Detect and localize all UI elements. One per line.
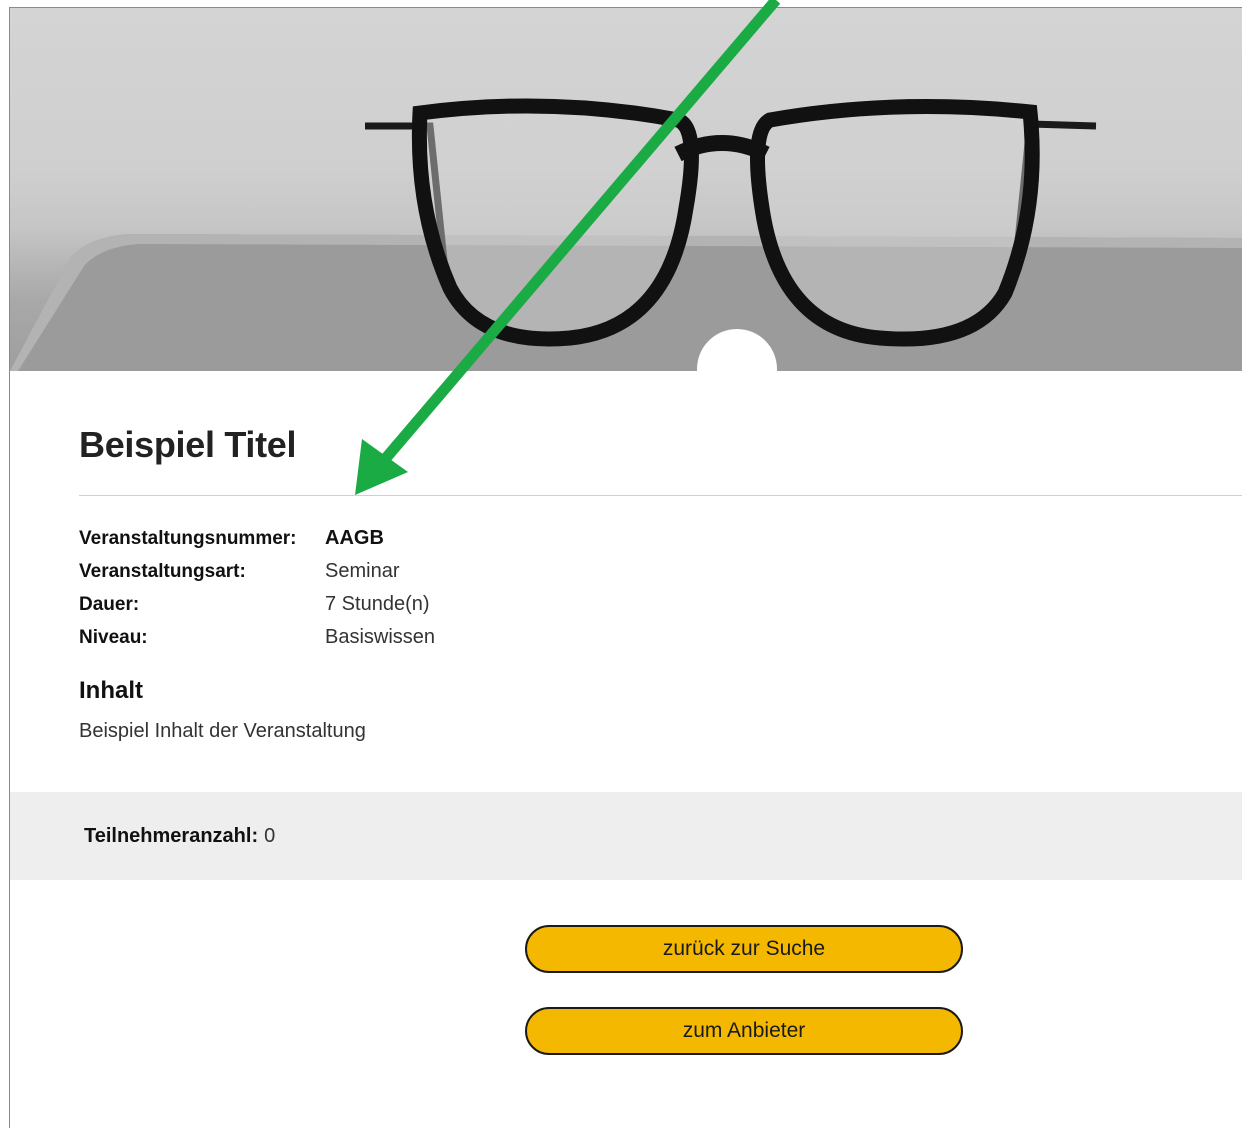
eyeglasses-icon	[10, 98, 1242, 371]
detail-value: AAGB	[325, 527, 384, 549]
event-details: Veranstaltungsnummer: AAGB Veranstaltung…	[79, 522, 435, 654]
page-title: Beispiel Titel	[79, 424, 297, 465]
detail-row-event-type: Veranstaltungsart: Seminar	[79, 555, 435, 588]
detail-label: Dauer:	[79, 593, 140, 615]
detail-value: Seminar	[325, 560, 400, 582]
detail-row-level: Niveau: Basiswissen	[79, 621, 435, 654]
content-heading: Inhalt	[79, 677, 143, 704]
hero-image	[10, 8, 1242, 371]
participants-value: 0	[264, 824, 276, 847]
detail-label: Veranstaltungsnummer:	[79, 527, 297, 549]
participants-label: Teilnehmeranzahl:	[84, 824, 259, 847]
participants-band: Teilnehmeranzahl: 0	[10, 792, 1242, 880]
detail-row-duration: Dauer: 7 Stunde(n)	[79, 588, 435, 621]
detail-value: Basiswissen	[325, 626, 436, 648]
content-text: Beispiel Inhalt der Veranstaltung	[79, 720, 366, 742]
detail-page: Beispiel Titel Veranstaltungsnummer: AAG…	[9, 7, 1242, 1128]
detail-label: Veranstaltungsart:	[79, 560, 246, 582]
detail-row-event-number: Veranstaltungsnummer: AAGB	[79, 522, 435, 555]
to-provider-button[interactable]: zum Anbieter	[525, 1007, 963, 1055]
detail-label: Niveau:	[79, 626, 148, 648]
back-to-search-button[interactable]: zurück zur Suche	[525, 925, 963, 973]
detail-value: 7 Stunde(n)	[325, 593, 430, 615]
title-divider	[79, 495, 1242, 496]
